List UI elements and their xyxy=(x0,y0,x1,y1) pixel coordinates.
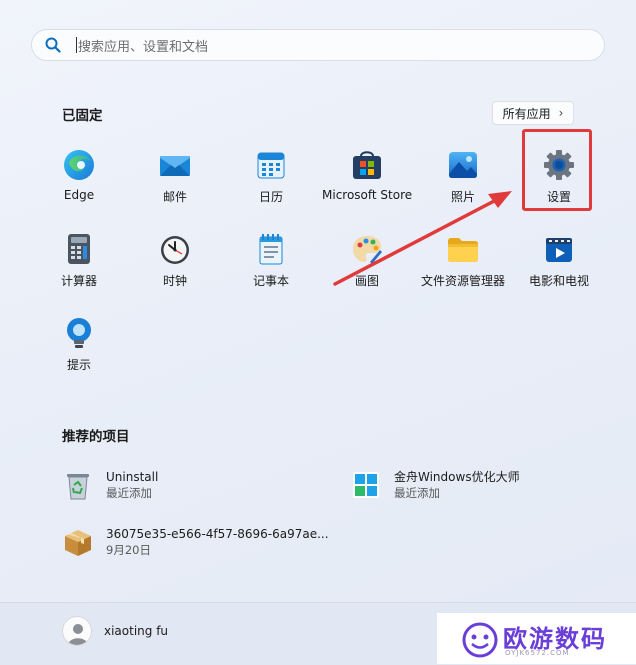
watermark-logo-icon xyxy=(462,622,498,658)
watermark-subtext: OYJK6572.COM xyxy=(505,649,570,657)
recommended-title: 推荐的项目 xyxy=(62,429,130,445)
recommended-item-name: 金舟Windows优化大师 xyxy=(394,470,520,484)
recommended-item-subtitle: 9月20日 xyxy=(106,543,151,557)
annotation-arrow xyxy=(333,191,512,286)
user-icon xyxy=(68,624,88,645)
recommended-item-name: Uninstall xyxy=(106,470,159,484)
recommended-item-jinzhou-optimizer[interactable]: 金舟Windows优化大师 最近添加 xyxy=(350,469,520,501)
recommended-item-subtitle: 最近添加 xyxy=(394,486,440,500)
watermark: 欧游数码 OYJK6572.COM xyxy=(437,613,636,664)
windows-app-icon xyxy=(353,472,379,498)
user-name: xiaoting fu xyxy=(104,624,169,638)
package-box-icon xyxy=(65,530,91,556)
avatar xyxy=(62,616,92,646)
user-account-button[interactable]: xiaoting fu xyxy=(62,616,168,646)
recycle-bin-icon xyxy=(67,474,89,500)
recommended-item-uninstall[interactable]: Uninstall 最近添加 xyxy=(62,469,158,501)
recommended-item-name: 36075e35-e566-4f57-8696-6a97ae... xyxy=(106,527,329,541)
recommended-item-subtitle: 最近添加 xyxy=(106,486,152,500)
recommended-item-package[interactable]: 36075e35-e566-4f57-8696-6a97ae... 9月20日 xyxy=(62,526,329,558)
